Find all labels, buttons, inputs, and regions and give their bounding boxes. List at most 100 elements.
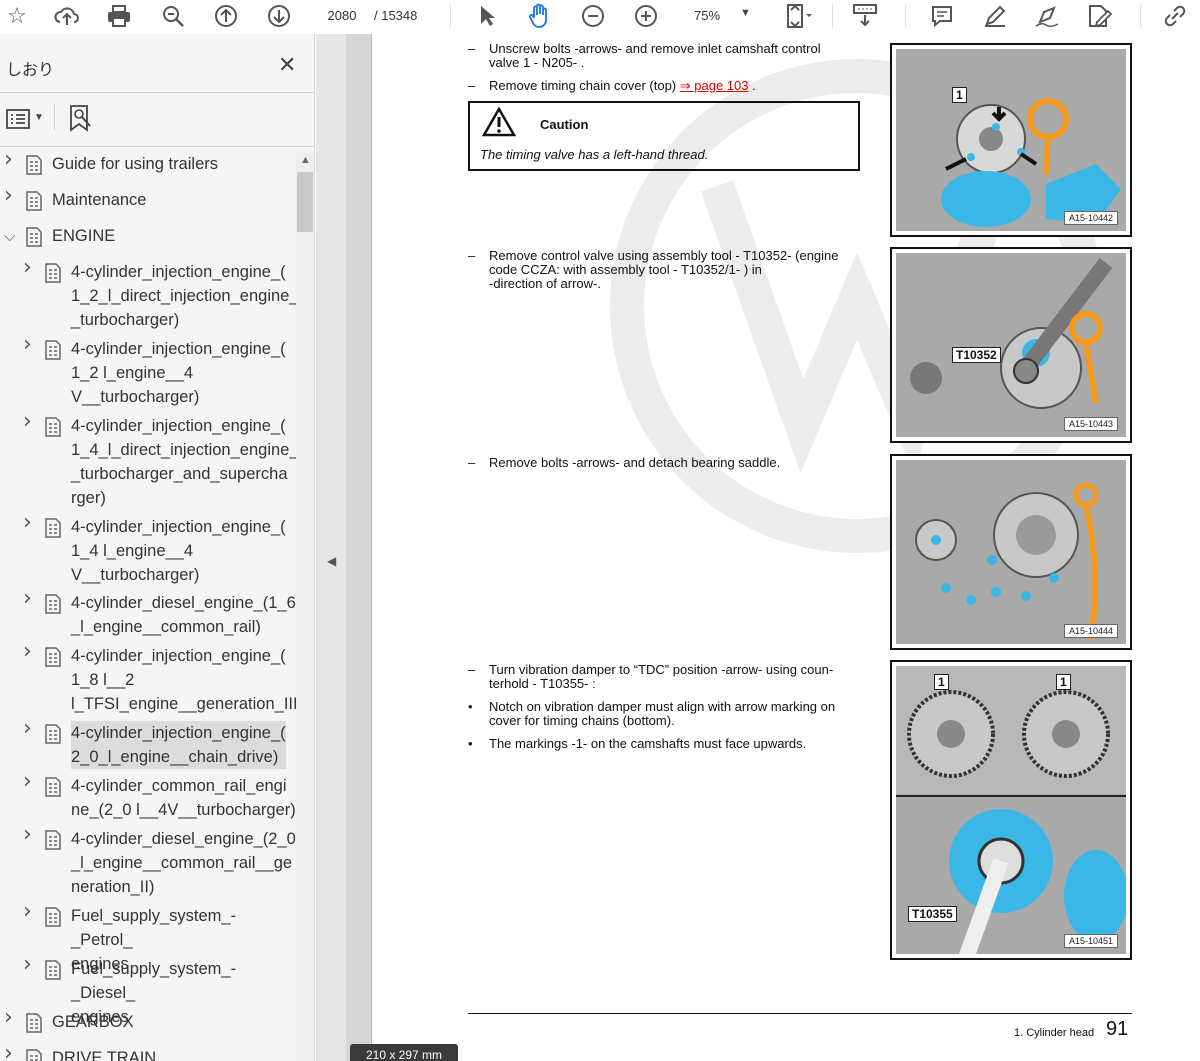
bookmark-icon — [26, 227, 42, 247]
bookmark-icon — [26, 1013, 42, 1033]
step-text-part: Remove timing chain cover (top) — [489, 78, 680, 93]
chevron-right-icon[interactable]: › — [23, 953, 32, 977]
step-dash: – — [468, 41, 476, 56]
comment-icon[interactable] — [927, 2, 957, 30]
bookmark-label: ENGINE — [52, 227, 116, 245]
bookmark-icon — [45, 777, 61, 797]
bookmark-scrollbar[interactable] — [296, 152, 314, 1061]
zoom-search-icon[interactable] — [158, 2, 188, 30]
caution-body: The timing valve has a left-hand thread. — [480, 147, 709, 162]
chevron-down-icon[interactable]: ▼ — [740, 7, 751, 19]
chevron-right-icon[interactable]: › — [23, 770, 32, 794]
chevron-right-icon[interactable]: › — [23, 823, 32, 847]
panel-title: しおり — [6, 62, 55, 79]
bookmark-label: 4-cylinder_injection_engine_( 1_8 l__2 l… — [71, 647, 304, 713]
chevron-right-icon[interactable]: › — [23, 256, 32, 280]
draw-icon[interactable] — [1032, 2, 1062, 30]
page-number-input[interactable]: 2080 — [318, 3, 366, 27]
chevron-right-icon[interactable]: › — [23, 333, 32, 357]
bookmark-icon — [45, 263, 61, 283]
panel-divider — [54, 104, 55, 130]
figure-image: 1 A15-10442 — [896, 49, 1126, 231]
select-cursor-icon[interactable] — [473, 2, 503, 30]
bookmark-label: GEARBOX — [52, 1013, 134, 1031]
bookmark-icon — [45, 647, 61, 667]
figure-camshaft-valve: 1 A15-10442 — [890, 43, 1132, 237]
page-number: 91 — [1106, 1018, 1129, 1040]
scroll-mode-icon[interactable] — [850, 2, 880, 30]
bullet-text: Notch on vibration damper must align wit… — [489, 699, 836, 728]
bookmark-label: 4-cylinder_injection_engine_( 1_2_l_dire… — [71, 263, 299, 329]
page-total-label: / 15348 — [374, 8, 418, 23]
main-toolbar: ☆ 2080 / 15348 75% ▼ — [0, 0, 1200, 34]
page-size-tooltip: 210 x 297 mm — [350, 1044, 458, 1061]
print-icon[interactable] — [104, 2, 134, 30]
close-icon[interactable]: ✕ — [278, 52, 296, 78]
bookmark-label: Maintenance — [52, 191, 147, 209]
bookmark-icon — [26, 1049, 42, 1061]
bookmark-label: 4-cylinder_diesel_engine_(1_6 _l_engine_… — [71, 594, 296, 636]
share-link-icon[interactable] — [1160, 2, 1190, 30]
edit-text-icon[interactable] — [1084, 2, 1114, 30]
engine-illustration — [896, 460, 1126, 644]
bookmark-label: 4-cylinder_injection_engine_( 1_2 l_engi… — [71, 340, 286, 406]
chevron-right-icon[interactable]: › — [23, 410, 32, 434]
viewer-background — [346, 34, 374, 1061]
bookmark-icon — [45, 417, 61, 437]
step-text: Remove timing chain cover (top) ⇒ page 1… — [489, 79, 756, 93]
scrollbar-thumb[interactable] — [297, 172, 313, 232]
step-dash: – — [468, 455, 476, 470]
chevron-right-icon[interactable]: › — [23, 587, 32, 611]
figure-control-valve-tool: T10352 A15-10443 — [890, 247, 1132, 443]
chevron-down-icon[interactable]: ▼ — [34, 112, 44, 123]
chevron-right-icon[interactable]: › — [23, 900, 32, 924]
step-text: Remove bolts -arrows- and detach bearing… — [489, 455, 781, 470]
figure-image: A15-10444 — [896, 460, 1126, 644]
chevron-right-icon[interactable]: › — [23, 717, 32, 741]
collapse-panel-icon[interactable]: ◀ — [327, 554, 336, 568]
page-link[interactable]: ⇒ page 103 — [680, 78, 749, 93]
zoom-out-icon[interactable] — [578, 2, 608, 30]
page-up-icon[interactable] — [211, 2, 241, 30]
fit-page-icon[interactable] — [785, 2, 815, 30]
highlight-pen-icon[interactable] — [980, 2, 1010, 30]
toolbar-divider — [450, 4, 451, 28]
chevron-down-icon[interactable]: ⌵ — [4, 224, 15, 248]
bookmarks-panel: しおり ✕ ▼ › Guide for using trailers › Mainte… — [0, 34, 315, 1061]
bookmark-icon — [45, 907, 61, 927]
bookmark-label: 4-cylinder_injection_engine_( 2_0_l_engi… — [71, 721, 286, 769]
figure-code: A15-10444 — [1063, 624, 1118, 638]
bookmark-icon — [45, 594, 61, 614]
bookmark-icon — [45, 960, 61, 980]
page-down-icon[interactable] — [264, 2, 294, 30]
footer-rule — [468, 1013, 1132, 1014]
find-bookmark-icon[interactable] — [68, 104, 94, 138]
upload-cloud-icon[interactable] — [52, 2, 82, 30]
bookmark-label: DRIVE TRAIN — [52, 1049, 157, 1061]
figure-bearing-saddle: A15-10444 — [890, 454, 1132, 650]
chevron-right-icon[interactable]: › — [4, 148, 13, 172]
caution-box: Caution The timing valve has a left-hand… — [468, 101, 860, 171]
bookmark-label: 4-cylinder_injection_engine_( 1_4_l_dire… — [71, 417, 299, 507]
figure-code: A15-10451 — [1063, 934, 1118, 948]
footer-section: 1. Cylinder head — [1014, 1027, 1095, 1039]
toolbar-divider — [1140, 4, 1141, 28]
bullet-icon: • — [468, 736, 473, 751]
figure-image: T10352 A15-10443 — [896, 253, 1126, 437]
hand-tool-icon[interactable] — [525, 2, 555, 30]
bookmark-label: 4-cylinder_diesel_engine_(2_0 _l_engine_… — [71, 830, 296, 896]
chevron-right-icon[interactable]: › — [23, 640, 32, 664]
star-icon[interactable]: ☆ — [2, 2, 32, 30]
zoom-in-icon[interactable] — [631, 2, 661, 30]
figure-image: 1 1 T10355 A15-10451 — [896, 666, 1126, 954]
panel-splitter[interactable] — [316, 34, 346, 1061]
step-text: Turn vibration damper to “TDC” position … — [489, 662, 834, 691]
chevron-right-icon[interactable]: › — [23, 511, 32, 535]
figure-label: 1 — [934, 674, 949, 690]
bookmark-options-icon[interactable] — [6, 108, 30, 135]
chevron-right-icon[interactable]: › — [4, 184, 13, 208]
chevron-right-icon[interactable]: › — [4, 1042, 13, 1061]
figure-label: T10355 — [908, 906, 957, 922]
scroll-up-icon[interactable]: ▲ — [300, 154, 311, 166]
chevron-right-icon[interactable]: › — [4, 1006, 13, 1030]
